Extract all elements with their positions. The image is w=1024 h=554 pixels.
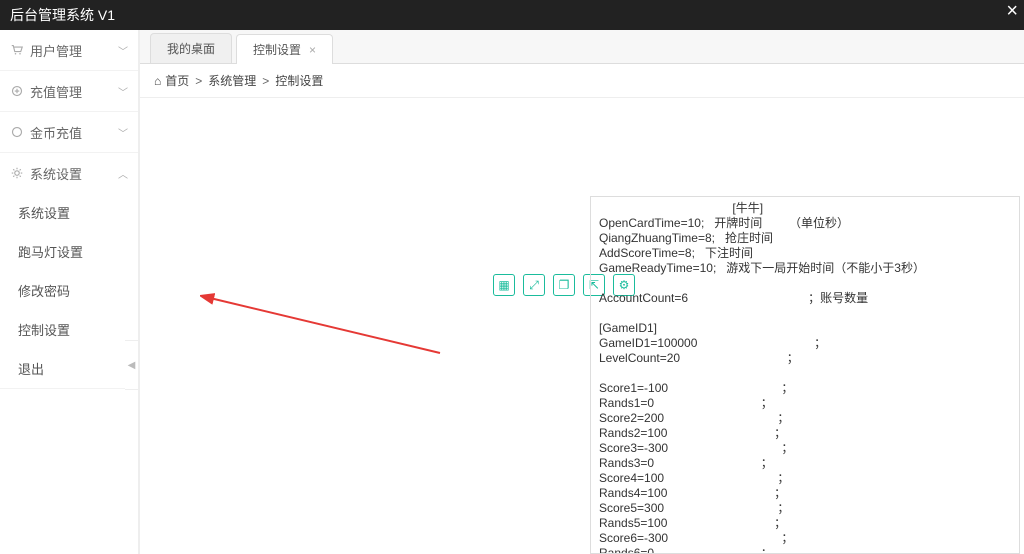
window-title: 后台管理系统 V1 <box>10 5 115 25</box>
sidebar: 用户管理 ﹀ 充值管理 ﹀ 金币充值 ﹀ 系统设置 ︿ <box>0 30 140 554</box>
sidebar-group-recharge[interactable]: 充值管理 ﹀ <box>0 71 138 111</box>
breadcrumb-sep: > <box>195 74 202 88</box>
annotation-arrow <box>200 293 460 363</box>
sidebar-item-control[interactable]: 控制设置 <box>0 310 138 349</box>
sidebar-group-label: 充值管理 <box>30 82 82 101</box>
coin-icon <box>10 125 24 139</box>
tab-close-icon[interactable]: × <box>309 43 316 57</box>
breadcrumb-part[interactable]: 系统管理 <box>208 72 256 89</box>
plus-circle-icon <box>10 84 24 98</box>
sidebar-item-system-settings[interactable]: 系统设置 <box>0 193 138 232</box>
sidebar-item-marquee[interactable]: 跑马灯设置 <box>0 232 138 271</box>
breadcrumb: ⌂ 首页 > 系统管理 > 控制设置 <box>140 64 1024 98</box>
sidebar-group-coin[interactable]: 金币充值 ﹀ <box>0 112 138 152</box>
sidebar-item-exit[interactable]: 退出 <box>0 349 138 388</box>
tool-expand-icon[interactable]: ⤢ <box>523 274 545 296</box>
tab-desktop[interactable]: 我的桌面 <box>150 33 232 63</box>
sidebar-collapse-handle[interactable]: ◀ <box>125 340 139 390</box>
sidebar-group-user[interactable]: 用户管理 ﹀ <box>0 30 138 70</box>
chevron-down-icon: ﹀ <box>118 125 128 140</box>
gear-icon <box>10 166 24 180</box>
window-titlebar: 后台管理系统 V1 × <box>0 0 1024 30</box>
tab-label: 我的桌面 <box>167 40 215 57</box>
breadcrumb-sep: > <box>262 74 269 88</box>
sidebar-item-password[interactable]: 修改密码 <box>0 271 138 310</box>
tab-control[interactable]: 控制设置 × <box>236 34 333 64</box>
chevron-down-icon: ﹀ <box>118 84 128 99</box>
chevron-up-icon: ︿ <box>118 166 128 181</box>
breadcrumb-home[interactable]: 首页 <box>165 72 189 89</box>
sidebar-group-label: 金币充值 <box>30 123 82 142</box>
config-text-panel[interactable]: [牛牛] OpenCardTime=10; 开牌时间 （单位秒） QiangZh… <box>590 196 1020 554</box>
breadcrumb-part: 控制设置 <box>275 72 323 89</box>
sidebar-group-system[interactable]: 系统设置 ︿ <box>0 153 138 193</box>
tab-bar: 我的桌面 控制设置 × <box>140 30 1024 64</box>
sidebar-group-label: 系统设置 <box>30 164 82 183</box>
tool-layout-icon[interactable]: ▦ <box>493 274 515 296</box>
tool-copy-icon[interactable]: ❐ <box>553 274 575 296</box>
close-icon[interactable]: × <box>1006 0 1018 23</box>
cart-icon <box>10 43 24 57</box>
tab-label: 控制设置 <box>253 41 301 58</box>
chevron-down-icon: ﹀ <box>118 43 128 58</box>
sidebar-group-label: 用户管理 <box>30 41 82 60</box>
home-icon[interactable]: ⌂ <box>154 74 161 88</box>
